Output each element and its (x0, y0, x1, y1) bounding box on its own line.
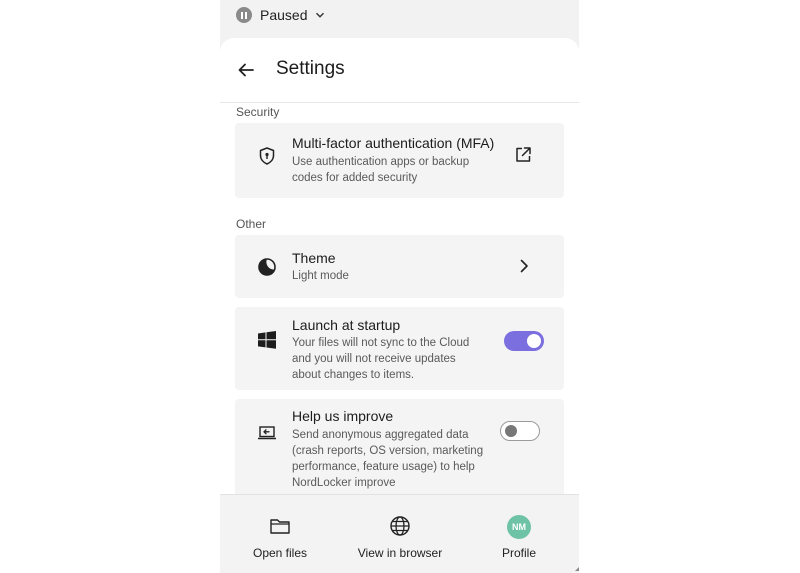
page-title: Settings (276, 58, 345, 79)
section-label-security: Security (236, 105, 280, 119)
help-us-improve-desc-line-1: Send anonymous aggregated data (292, 429, 469, 441)
nav-profile[interactable]: NM Profile (459, 495, 579, 573)
help-us-improve-toggle[interactable] (500, 421, 540, 441)
chevron-down-icon (316, 12, 325, 18)
nav-open-files-label: Open files (252, 546, 308, 560)
nav-view-in-browser[interactable]: View in browser (340, 495, 460, 573)
mfa-description-line-2: codes for added security (292, 172, 418, 184)
folder-icon (270, 519, 290, 534)
mfa-title: Multi-factor authentication (MFA) (292, 135, 495, 151)
section-label-other: Other (236, 217, 267, 231)
theme-row[interactable]: Theme Light mode (235, 235, 564, 298)
back-arrow-icon[interactable] (236, 60, 256, 80)
launch-at-startup-desc-line-2: and you will not receive updates (292, 353, 456, 365)
help-us-improve-title: Help us improve (292, 408, 394, 424)
nav-open-files[interactable]: Open files (220, 495, 340, 573)
mfa-description-line-1: Use authentication apps or backup (292, 156, 470, 168)
settings-header: Settings (220, 38, 579, 103)
nav-profile-label: Profile (501, 546, 536, 560)
toggle-knob (505, 425, 517, 437)
pause-icon (236, 7, 252, 23)
shield-icon (259, 147, 275, 165)
launch-at-startup-title: Launch at startup (292, 317, 401, 333)
theme-value: Light mode (292, 270, 349, 282)
sync-status-dropdown[interactable]: Paused (236, 5, 325, 25)
avatar: NM (507, 515, 531, 539)
settings-card: Settings Security Multi-factor authentic… (220, 38, 579, 573)
theme-icon (258, 258, 276, 276)
globe-icon (390, 516, 410, 536)
help-us-improve-desc-line-3: performance, feature usage) to help (292, 461, 475, 473)
launch-at-startup-desc-line-3: about changes to items. (292, 369, 415, 381)
help-us-improve-desc-line-2: (crash reports, OS version, marketing (292, 445, 484, 457)
launch-at-startup-row: Launch at startup Your files will not sy… (235, 307, 564, 390)
launch-at-startup-toggle[interactable] (504, 331, 544, 351)
bottom-navigation: Open files View in browser NM Profile (220, 494, 579, 573)
sync-status-label: Paused (260, 7, 308, 23)
external-link-icon[interactable] (513, 145, 533, 165)
nav-view-in-browser-label: View in browser (357, 546, 443, 560)
chevron-right-icon (520, 259, 528, 273)
app-window: Paused Settings Security Multi-factor au… (220, 0, 579, 573)
windows-icon (258, 331, 276, 349)
mfa-row[interactable]: Multi-factor authentication (MFA) Use au… (235, 123, 564, 198)
laptop-feedback-icon (258, 426, 276, 440)
help-us-improve-row: Help us improve Send anonymous aggregate… (235, 399, 564, 499)
toggle-knob (527, 334, 541, 348)
resize-grip-icon[interactable] (575, 565, 579, 571)
help-us-improve-desc-line-4: NordLocker improve (292, 477, 396, 489)
theme-title: Theme (292, 250, 336, 266)
launch-at-startup-desc-line-1: Your files will not sync to the Cloud (292, 337, 470, 349)
